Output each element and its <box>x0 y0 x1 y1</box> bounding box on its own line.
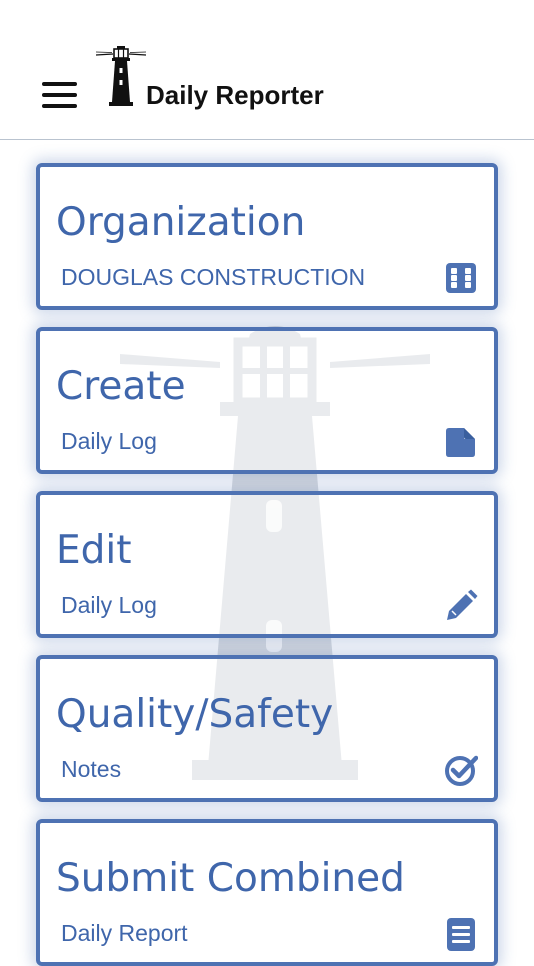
card-title: Create <box>56 364 186 409</box>
card-title: Submit Combined <box>56 856 405 901</box>
app-title: Daily Reporter <box>146 80 324 110</box>
card-subtitle: Daily Log <box>61 592 157 618</box>
grid-icon <box>446 263 476 293</box>
card-subtitle: DOUGLAS CONSTRUCTION <box>61 264 366 290</box>
hamburger-menu-icon[interactable] <box>40 78 80 112</box>
quality-safety-notes-card[interactable]: Quality/Safety Notes <box>36 655 498 802</box>
submit-combined-daily-report-card[interactable]: Submit Combined Daily Report <box>36 819 498 966</box>
card-subtitle: Notes <box>61 756 122 782</box>
lighthouse-logo-icon <box>96 46 146 106</box>
app-header: Daily Reporter <box>0 0 534 140</box>
check-circle-icon <box>445 755 478 786</box>
edit-daily-log-card[interactable]: Edit Daily Log <box>36 491 498 638</box>
document-icon <box>446 428 475 457</box>
pencil-icon <box>447 589 478 620</box>
card-subtitle: Daily Log <box>61 428 157 454</box>
list-document-icon <box>447 918 475 951</box>
card-subtitle: Daily Report <box>61 920 188 946</box>
organization-card[interactable]: Organization DOUGLAS CONSTRUCTION <box>36 163 498 310</box>
card-title: Organization <box>56 200 306 245</box>
card-title: Edit <box>56 528 132 573</box>
create-daily-log-card[interactable]: Create Daily Log <box>36 327 498 474</box>
card-title: Quality/Safety <box>56 692 334 737</box>
